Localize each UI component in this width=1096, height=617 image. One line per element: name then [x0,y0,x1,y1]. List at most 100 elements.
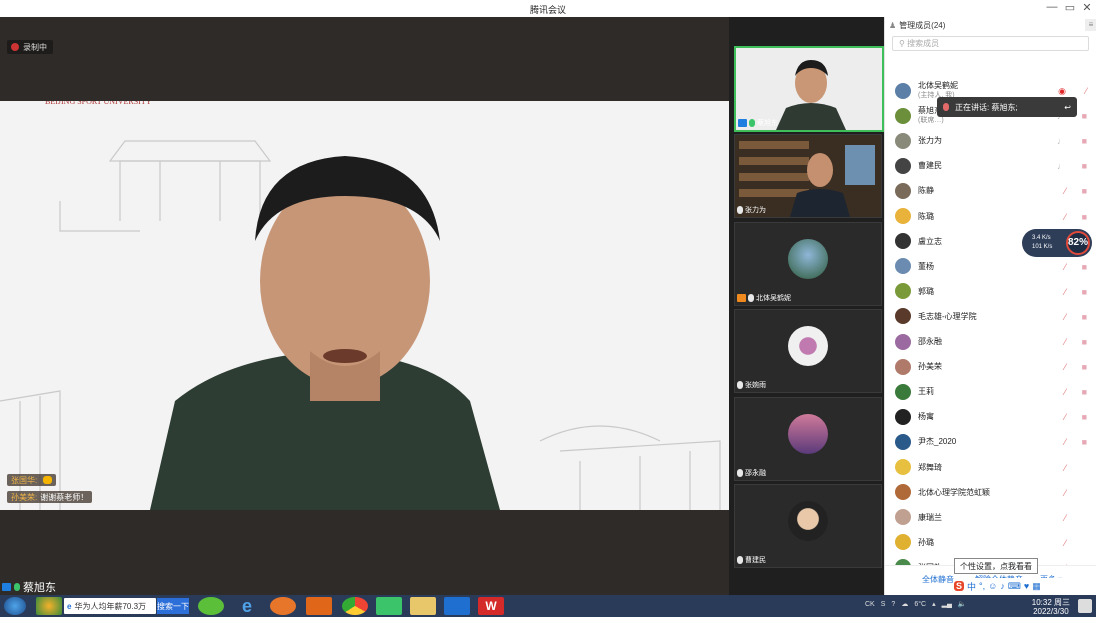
mic-muted-icon[interactable]: ⁄ [1064,362,1066,372]
member-row[interactable]: 陈静 ⁄ ■ [895,178,1091,203]
tray-expand-icon[interactable]: ▴ [932,600,936,608]
mic-muted-icon[interactable]: ⁄ [1064,337,1066,347]
ime-tooltip: 个性设置，点我看看 [954,558,1038,574]
app-icon-chrome[interactable] [342,597,368,615]
app-icon-player[interactable] [306,597,332,615]
camera-icon[interactable]: ■ [1082,437,1087,447]
maximize-button[interactable]: ▭ [1062,1,1078,14]
camera-icon[interactable]: ■ [1082,362,1087,372]
member-row[interactable]: 曹建民 ♩ ■ [895,153,1091,178]
ime-chinese-icon[interactable]: 中 [967,580,976,593]
member-row[interactable]: 王莉 ⁄ ■ [895,379,1091,404]
close-button[interactable]: ✕ [1079,1,1095,14]
mic-muted-icon[interactable]: ⁄ [1064,437,1066,447]
ime-toolbar[interactable]: S 中 °, ☺ ♪ ⌨ ♥ ▦ [954,578,1070,594]
member-row[interactable]: 尹杰_2020 ⁄ ■ [895,429,1091,454]
member-name: 董杨 [918,261,934,271]
camera-icon[interactable]: ■ [1082,387,1087,397]
member-row[interactable]: 杨寓 ⁄ ■ [895,404,1091,429]
ime-punct-icon[interactable]: °, [979,581,985,591]
camera-icon[interactable]: ■ [1082,337,1087,347]
member-row[interactable]: 邵永融 ⁄ ■ [895,329,1091,354]
member-row[interactable]: 毛志雄-心理学院 ⁄ ■ [895,304,1091,329]
mic-muted-icon[interactable]: ⁄ [1064,212,1066,222]
mic-muted-icon[interactable]: ⁄ [1064,186,1066,196]
taskbar-search-button[interactable]: 搜索一下 [157,598,189,614]
member-row[interactable]: 陈璐 ⁄ ■ [895,204,1091,229]
member-search-input[interactable]: ⚲ 搜索成员 [892,36,1089,51]
volume-icon[interactable]: 🔈 [958,600,967,608]
notification-icon[interactable] [1078,599,1092,613]
camera-icon[interactable]: ■ [1082,111,1087,121]
mic-icon[interactable]: ♩ [1057,161,1066,171]
panel-menu-icon[interactable]: ≡ [1085,19,1096,31]
camera-icon[interactable]: ■ [1082,161,1087,171]
member-row[interactable]: 孙美荣 ⁄ ■ [895,354,1091,379]
sogou-tray-icon[interactable]: S [881,601,886,608]
member-row[interactable]: 郑舞琦 ⁄ [895,455,1091,480]
camera-icon[interactable]: ■ [1082,262,1087,272]
thumbnail-tile[interactable]: 北体吴鹤妮 [734,222,882,306]
mic-muted-icon[interactable]: ⁄ [1064,312,1066,322]
mic-muted-icon[interactable]: ⁄ [1064,488,1066,498]
mic-muted-icon[interactable]: ⁄ [1064,463,1066,473]
app-icon-wechat[interactable] [376,597,402,615]
mic-muted-icon[interactable]: ⁄ [1064,387,1066,397]
thumbnail-tile[interactable]: 蔡旭东 [734,46,884,132]
mic-muted-icon[interactable]: ⁄ [1064,262,1066,272]
network-speed-widget[interactable]: 3.4 K/s 101 K/s 82% [1022,229,1092,257]
mute-all-button[interactable]: 全体静音 [922,574,954,585]
camera-icon[interactable]: ■ [1082,186,1087,196]
taskbar-search-input[interactable]: e 华为人均年薪70.3万 [64,598,156,614]
member-name: 孙美荣 [918,362,942,372]
member-row[interactable]: 康瑞兰 ⁄ [895,505,1091,530]
member-row[interactable]: 董杨 ⁄ ■ [895,254,1091,279]
cpu-percent: 82% [1066,231,1090,255]
app-icon-explorer[interactable] [410,597,436,615]
help-icon[interactable]: ? [891,601,895,608]
camera-icon[interactable]: ■ [1082,412,1087,422]
mic-muted-icon[interactable]: ⁄ [1064,412,1066,422]
camera-off-icon[interactable]: ⁄ [1085,86,1087,96]
minimize-button[interactable]: — [1044,1,1060,13]
mic-muted-icon[interactable]: ⁄ [1064,513,1066,523]
member-name: 郑舞琦 [918,462,942,472]
network-icon[interactable]: ▂▄ [942,600,952,608]
mic-muted-icon[interactable]: ⁄ [1064,287,1066,297]
system-tray: CK S ? ☁ 6°C ▴ ▂▄ 🔈 [865,600,967,609]
thumbnail-tile[interactable]: 邵永融 [734,397,882,481]
start-button[interactable] [4,597,26,615]
mic-icon[interactable]: ♩ [1057,136,1066,146]
member-row[interactable]: 北体心理学院范虹颖 ⁄ [895,480,1091,505]
app-icon-ie[interactable]: e [234,597,260,615]
member-row[interactable]: 张力为 ♩ ■ [895,128,1091,153]
mic-muted-icon[interactable]: ⁄ [1064,538,1066,548]
member-row[interactable]: 孙璐 ⁄ [895,530,1091,555]
thumbnail-tile[interactable]: 张婉雨 [734,309,882,393]
camera-icon[interactable]: ■ [1082,212,1087,222]
camera-icon[interactable]: ■ [1082,136,1087,146]
member-avatar [895,258,911,275]
app-icon-browser[interactable] [270,597,296,615]
app-icon-wps[interactable]: W [478,597,504,615]
thumbnail-tile[interactable]: 曹建民 [734,484,882,568]
reply-icon[interactable]: ↩ [1064,103,1071,112]
member-name: 孙璐 [918,537,934,547]
ime-tools-icon[interactable]: ▦ [1032,581,1041,592]
thumbnail-tile[interactable]: 张力为 [734,134,882,218]
ime-keyboard-icon[interactable]: ⌨ [1008,581,1021,592]
recording-indicator[interactable]: 录制中 [7,40,53,54]
app-icon-meeting[interactable] [444,597,470,615]
ime-emoji-icon[interactable]: ☺ [988,581,997,591]
clock[interactable]: 10:32 周三 2022/3/30 [1032,598,1070,616]
app-icon-photos[interactable] [36,597,62,615]
camera-icon[interactable]: ■ [1082,312,1087,322]
camera-icon[interactable]: ■ [1082,287,1087,297]
ime-voice-icon[interactable]: ♪ [1000,581,1005,591]
main-speaker-video[interactable]: BEIJING SPORT UNIVERSITY [0,101,729,510]
recording-icon[interactable]: ◉ [1058,86,1066,97]
member-row[interactable]: 郭璐 ⁄ ■ [895,279,1091,304]
ime-skin-icon[interactable]: ♥ [1024,581,1029,591]
app-icon-360[interactable] [198,597,224,615]
member-avatar [895,107,911,124]
